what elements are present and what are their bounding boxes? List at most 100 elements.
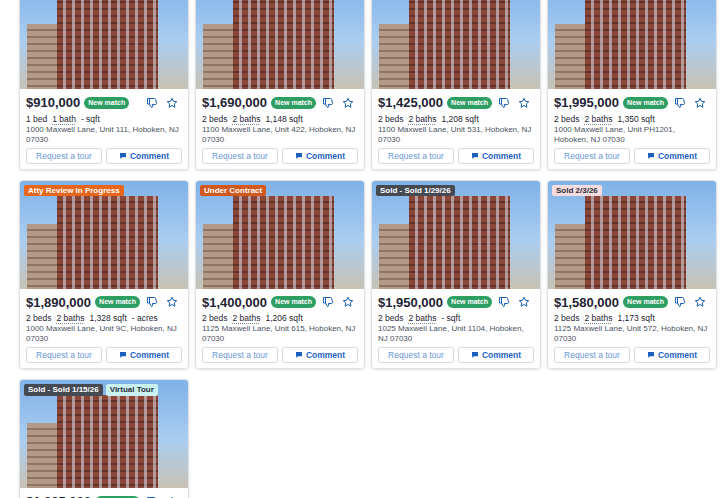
status-tag: Sold - Sold 1/15/26	[24, 384, 103, 396]
button-label: Request a tour	[212, 150, 268, 162]
thumbs-down-icon[interactable]	[146, 496, 158, 498]
building-shape	[203, 24, 237, 89]
listing-address: 1000 Maxwell Lane, Unit PH1201, Hoboken,…	[554, 125, 710, 145]
comment-button[interactable]: Comment	[282, 148, 358, 164]
price-row: $1,950,000New match	[378, 293, 534, 313]
thumbs-down-icon[interactable]	[498, 296, 510, 308]
request-tour-button[interactable]: Request a tour	[202, 148, 278, 164]
request-tour-button[interactable]: Request a tour	[202, 347, 278, 363]
listing-fact[interactable]: 2 baths	[409, 113, 437, 125]
building-shape	[203, 224, 237, 289]
comment-button[interactable]: Comment	[458, 347, 534, 363]
listing-card[interactable]: Sold 2/3/26$1,580,000New match2 beds2 ba…	[547, 180, 717, 370]
building-shape	[409, 196, 510, 289]
thumbs-down-icon[interactable]	[322, 97, 334, 109]
star-icon[interactable]	[518, 296, 530, 308]
listing-fact[interactable]: 2 baths	[409, 312, 437, 324]
price-row: $1,580,000New match	[554, 293, 710, 313]
listing-photo[interactable]: Sold - Sold 1/15/26Virtual Tour	[20, 380, 188, 488]
request-tour-button[interactable]: Request a tour	[378, 347, 454, 363]
comment-button[interactable]: Comment	[106, 347, 182, 363]
star-icon[interactable]	[342, 296, 354, 308]
listing-card[interactable]: $1,425,000New match2 beds2 baths1,208 sq…	[371, 0, 541, 170]
listing-photo[interactable]	[20, 0, 188, 89]
comment-button[interactable]: Comment	[282, 347, 358, 363]
request-tour-button[interactable]: Request a tour	[554, 347, 630, 363]
button-label: Comment	[658, 150, 697, 162]
comment-icon	[647, 351, 655, 359]
comment-button[interactable]: Comment	[634, 347, 710, 363]
building-shape	[233, 196, 334, 289]
request-tour-button[interactable]: Request a tour	[26, 148, 102, 164]
comment-icon	[295, 152, 303, 160]
thumbs-down-icon[interactable]	[146, 296, 158, 308]
status-tag: Atty Review In Progress	[24, 185, 124, 197]
listing-fact[interactable]: 2 baths	[233, 113, 261, 125]
match-badge: New match	[84, 97, 129, 109]
comment-icon	[647, 152, 655, 160]
thumbs-down-icon[interactable]	[498, 97, 510, 109]
listing-photo[interactable]	[372, 0, 540, 89]
listing-address: 1000 Maxwell Lane, Unit 9C, Hoboken, NJ …	[26, 324, 182, 344]
match-badge: New match	[447, 296, 492, 308]
request-tour-button[interactable]: Request a tour	[554, 148, 630, 164]
status-tags: Atty Review In Progress	[24, 185, 124, 197]
listing-actions	[146, 496, 182, 498]
building-shape	[585, 0, 686, 89]
building-shape	[27, 423, 61, 488]
listing-fact: 1,148 sqft	[265, 113, 302, 125]
listing-card[interactable]: Sold - Sold 1/29/26 $1,950,000New match2 …	[371, 180, 541, 370]
listing-card[interactable]: Sold - Sold 1/15/26Virtual Tour$1,625,00…	[19, 379, 189, 498]
action-row: Request a tour Comment	[202, 148, 358, 164]
listing-fact: 1,328 sqft	[89, 312, 126, 324]
listing-facts: 2 beds2 baths- sqft	[378, 312, 534, 324]
star-icon[interactable]	[166, 97, 178, 109]
comment-button[interactable]: Comment	[634, 148, 710, 164]
listing-facts: 2 beds2 baths1,208 sqft	[378, 113, 534, 125]
listing-card[interactable]: Atty Review In Progress $1,890,000New mat…	[19, 180, 189, 370]
thumbs-down-icon[interactable]	[674, 296, 686, 308]
match-badge: New match	[623, 97, 668, 109]
listing-fact: 2 beds	[554, 113, 580, 125]
thumbs-down-icon[interactable]	[674, 97, 686, 109]
request-tour-button[interactable]: Request a tour	[26, 347, 102, 363]
status-tags: Under Contract	[200, 185, 266, 197]
match-badge: New match	[271, 296, 316, 308]
price-row: $1,890,000New match	[26, 293, 182, 313]
thumbs-down-icon[interactable]	[322, 296, 334, 308]
listing-photo[interactable]: Sold 2/3/26	[548, 181, 716, 289]
listing-fact[interactable]: 2 baths	[585, 312, 613, 324]
listing-photo[interactable]: Atty Review In Progress	[20, 181, 188, 289]
listing-photo[interactable]: Under Contract	[196, 181, 364, 289]
star-icon[interactable]	[166, 496, 178, 498]
star-icon[interactable]	[166, 296, 178, 308]
listing-fact: 2 beds	[378, 312, 404, 324]
listing-body: $1,995,000New match2 beds2 baths1,350 sq…	[548, 89, 716, 169]
listing-body: $910,000New match1 bed1 bath- sqft1000 M…	[20, 89, 188, 169]
button-label: Request a tour	[212, 349, 268, 361]
listing-body: $1,890,000New match2 beds2 baths1,328 sq…	[20, 289, 188, 369]
thumbs-down-icon[interactable]	[146, 97, 158, 109]
star-icon[interactable]	[518, 97, 530, 109]
listing-card[interactable]: $1,995,000New match2 beds2 baths1,350 sq…	[547, 0, 717, 170]
listing-fact[interactable]: 2 baths	[57, 312, 85, 324]
listing-fact[interactable]: 2 baths	[585, 113, 613, 125]
listing-card[interactable]: $1,690,000New match2 beds2 baths1,148 sq…	[195, 0, 365, 170]
listing-fact[interactable]: 2 baths	[233, 312, 261, 324]
star-icon[interactable]	[694, 296, 706, 308]
listing-card[interactable]: $910,000New match1 bed1 bath- sqft1000 M…	[19, 0, 189, 170]
listing-photo[interactable]	[196, 0, 364, 89]
star-icon[interactable]	[342, 97, 354, 109]
listing-photo[interactable]	[548, 0, 716, 89]
listing-facts: 2 beds2 baths1,350 sqft	[554, 113, 710, 125]
comment-button[interactable]: Comment	[458, 148, 534, 164]
star-icon[interactable]	[694, 97, 706, 109]
listing-card[interactable]: Under Contract$1,400,000New match2 beds2…	[195, 180, 365, 370]
comment-button[interactable]: Comment	[106, 148, 182, 164]
building-shape	[57, 395, 158, 488]
request-tour-button[interactable]: Request a tour	[378, 148, 454, 164]
listing-actions	[322, 97, 358, 109]
listing-photo[interactable]: Sold - Sold 1/29/26	[372, 181, 540, 289]
button-label: Comment	[130, 150, 169, 162]
listing-fact[interactable]: 1 bath	[52, 113, 76, 125]
